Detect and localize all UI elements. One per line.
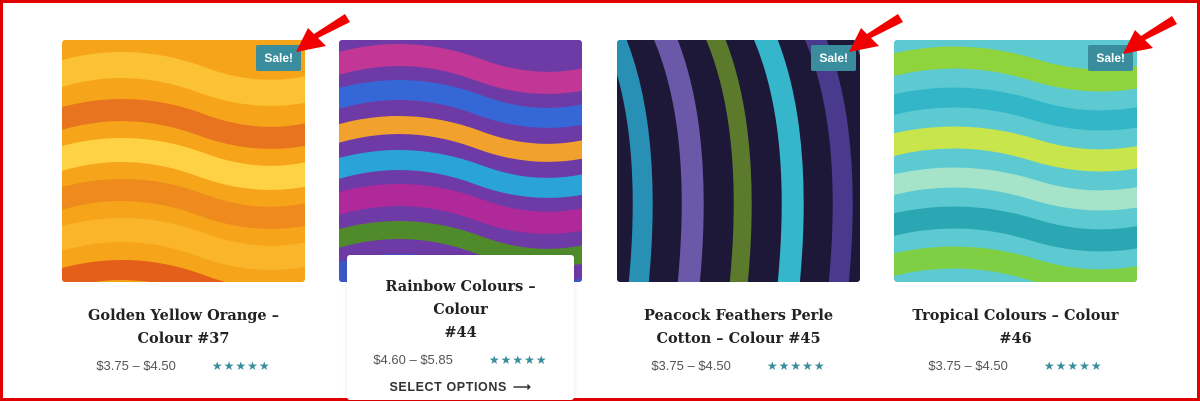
product-image[interactable]: [339, 40, 582, 282]
product-card[interactable]: Sale! Tropical Colours – Colour #46 $3.7…: [894, 40, 1137, 373]
product-image[interactable]: Sale!: [894, 40, 1137, 282]
product-title[interactable]: Tropical Colours – Colour #46: [908, 304, 1123, 350]
product-price: $3.75 – $4.50: [96, 358, 176, 373]
product-price: $3.75 – $4.50: [928, 358, 1008, 373]
arrow-right-icon: ⟶: [512, 380, 532, 394]
sale-badge: Sale!: [811, 45, 856, 71]
thread-skein-image: [617, 40, 860, 282]
thread-skein-image: [894, 40, 1137, 282]
sale-badge: Sale!: [1088, 45, 1133, 71]
product-card[interactable]: Rainbow Colours – Colour #44 $4.60 – $5.…: [339, 40, 582, 400]
product-card[interactable]: Sale! Peacock Feathers Perle Cotton – Co…: [617, 40, 860, 373]
star-rating: ★★★★★: [1043, 358, 1103, 373]
star-rating: ★★★★★: [211, 358, 271, 373]
select-options-button[interactable]: SELECT OPTIONS ⟶: [347, 379, 574, 394]
screenshot-frame: Sale! Golden Yellow Orange – Colour #37 …: [0, 0, 1200, 401]
product-title[interactable]: Rainbow Colours – Colour #44: [361, 275, 560, 344]
thread-skein-image: [62, 40, 305, 282]
thread-skein-image: [339, 40, 582, 282]
sale-badge: Sale!: [256, 45, 301, 71]
product-card[interactable]: Sale! Golden Yellow Orange – Colour #37 …: [62, 40, 305, 373]
product-title[interactable]: Peacock Feathers Perle Cotton – Colour #…: [631, 304, 846, 350]
product-price: $3.75 – $4.50: [651, 358, 731, 373]
product-image[interactable]: Sale!: [617, 40, 860, 282]
star-rating: ★★★★★: [766, 358, 826, 373]
product-price: $4.60 – $5.85: [373, 352, 453, 367]
product-info-panel[interactable]: Rainbow Colours – Colour #44 $4.60 – $5.…: [347, 255, 574, 400]
product-title[interactable]: Golden Yellow Orange – Colour #37: [76, 304, 291, 350]
product-image[interactable]: Sale!: [62, 40, 305, 282]
star-rating: ★★★★★: [488, 352, 548, 367]
